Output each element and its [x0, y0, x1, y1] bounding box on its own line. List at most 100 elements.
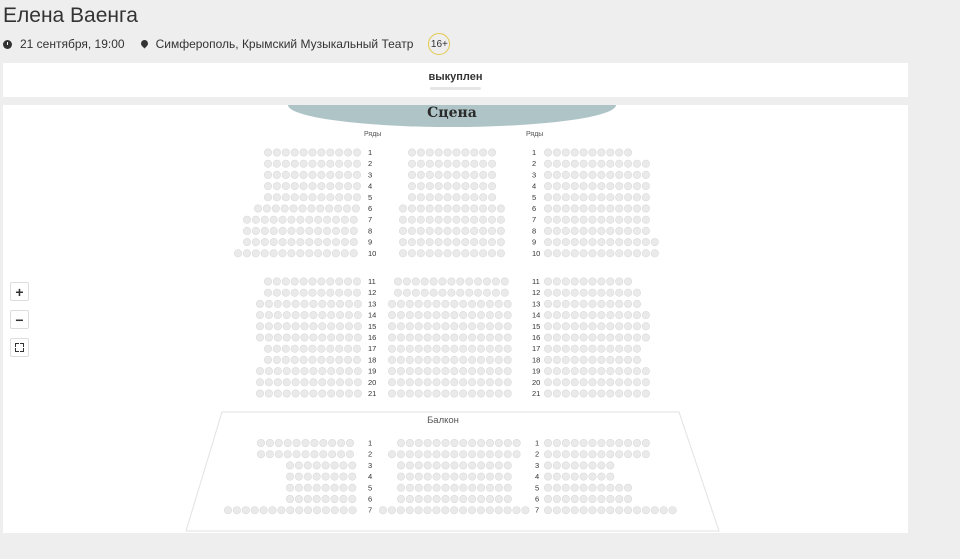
seat[interactable]: [496, 249, 505, 258]
seat[interactable]: [336, 322, 345, 331]
seat[interactable]: [317, 170, 326, 179]
seat[interactable]: [432, 389, 441, 398]
seat[interactable]: [632, 215, 641, 224]
seat[interactable]: [503, 472, 512, 481]
seat[interactable]: [552, 438, 561, 447]
seat[interactable]: [308, 170, 317, 179]
seat[interactable]: [243, 215, 252, 224]
seat[interactable]: [300, 367, 309, 376]
seat[interactable]: [485, 483, 494, 492]
seat[interactable]: [278, 215, 287, 224]
seat[interactable]: [632, 367, 641, 376]
seat[interactable]: [561, 355, 570, 364]
seat[interactable]: [344, 344, 353, 353]
seat[interactable]: [632, 389, 641, 398]
seat[interactable]: [291, 311, 300, 320]
seat[interactable]: [485, 367, 494, 376]
seat[interactable]: [494, 355, 503, 364]
seat[interactable]: [282, 367, 291, 376]
seat[interactable]: [494, 299, 503, 308]
seat[interactable]: [468, 438, 477, 447]
seat[interactable]: [434, 159, 443, 168]
seat[interactable]: [282, 311, 291, 320]
seat[interactable]: [588, 389, 597, 398]
seat[interactable]: [441, 333, 450, 342]
seat[interactable]: [606, 355, 615, 364]
seat[interactable]: [543, 472, 552, 481]
seat[interactable]: [281, 355, 290, 364]
seat[interactable]: [309, 311, 318, 320]
seat[interactable]: [256, 389, 265, 398]
seat[interactable]: [561, 204, 570, 213]
seat[interactable]: [482, 277, 491, 286]
seat[interactable]: [632, 226, 641, 235]
seat[interactable]: [387, 322, 396, 331]
seat[interactable]: [615, 367, 624, 376]
seat[interactable]: [570, 367, 579, 376]
seat[interactable]: [459, 311, 468, 320]
seat[interactable]: [579, 193, 588, 202]
seat[interactable]: [434, 204, 443, 213]
seat[interactable]: [561, 506, 570, 515]
seat[interactable]: [570, 238, 579, 247]
seat[interactable]: [561, 438, 570, 447]
seat[interactable]: [450, 389, 459, 398]
seat[interactable]: [570, 277, 579, 286]
seat[interactable]: [561, 249, 570, 258]
seat[interactable]: [432, 450, 441, 459]
seat[interactable]: [597, 238, 606, 247]
seat[interactable]: [552, 148, 561, 157]
seat[interactable]: [335, 355, 344, 364]
seat[interactable]: [477, 472, 486, 481]
seat[interactable]: [570, 322, 579, 331]
seat[interactable]: [606, 148, 615, 157]
seat[interactable]: [632, 182, 641, 191]
seat[interactable]: [561, 494, 570, 503]
seat[interactable]: [570, 389, 579, 398]
seat[interactable]: [588, 461, 597, 470]
seat[interactable]: [348, 506, 357, 515]
seat[interactable]: [425, 215, 434, 224]
seat[interactable]: [570, 148, 579, 157]
seat[interactable]: [251, 226, 260, 235]
seat[interactable]: [570, 450, 579, 459]
seat[interactable]: [423, 389, 432, 398]
seat[interactable]: [330, 506, 339, 515]
seat[interactable]: [287, 226, 296, 235]
seat[interactable]: [632, 238, 641, 247]
seat[interactable]: [330, 483, 339, 492]
seat[interactable]: [303, 472, 312, 481]
seat[interactable]: [309, 378, 318, 387]
seat[interactable]: [450, 450, 459, 459]
seat[interactable]: [441, 483, 450, 492]
seat[interactable]: [479, 148, 488, 157]
seat[interactable]: [488, 182, 497, 191]
seat[interactable]: [328, 438, 337, 447]
seat[interactable]: [543, 170, 552, 179]
seat[interactable]: [317, 288, 326, 297]
seat[interactable]: [429, 288, 438, 297]
seat[interactable]: [561, 193, 570, 202]
seat[interactable]: [330, 494, 339, 503]
seat[interactable]: [322, 249, 331, 258]
seat[interactable]: [242, 249, 251, 258]
seat[interactable]: [432, 344, 441, 353]
seat[interactable]: [393, 288, 402, 297]
seat[interactable]: [488, 170, 497, 179]
seat[interactable]: [543, 277, 552, 286]
seat[interactable]: [468, 461, 477, 470]
seat[interactable]: [606, 170, 615, 179]
seat[interactable]: [348, 494, 357, 503]
seat[interactable]: [353, 299, 362, 308]
seat[interactable]: [543, 322, 552, 331]
seat[interactable]: [450, 461, 459, 470]
seat[interactable]: [641, 182, 650, 191]
seat[interactable]: [317, 355, 326, 364]
seat[interactable]: [407, 193, 416, 202]
seat[interactable]: [298, 204, 307, 213]
seat[interactable]: [396, 333, 405, 342]
seat[interactable]: [650, 249, 659, 258]
seat[interactable]: [570, 226, 579, 235]
seat[interactable]: [624, 170, 633, 179]
seat[interactable]: [597, 148, 606, 157]
